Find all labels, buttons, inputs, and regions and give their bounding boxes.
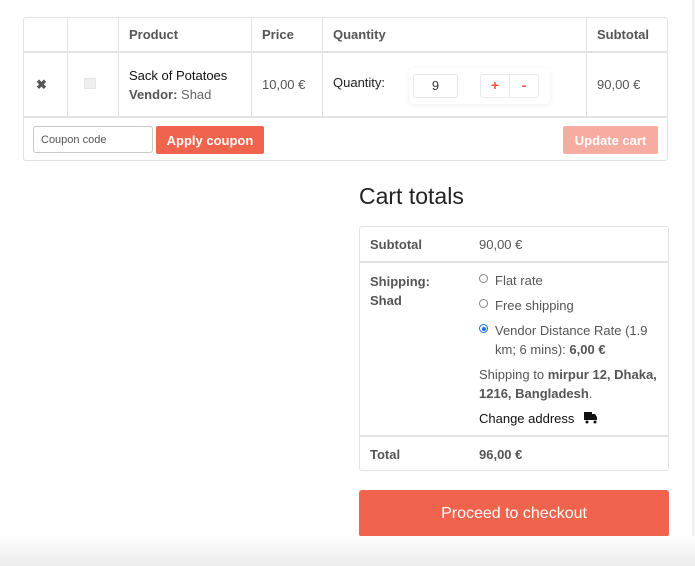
product-name-link[interactable]: Sack of Potatoes [129,68,251,83]
shipping-methods: Flat rate Free shipping Vendor Distance … [479,271,664,429]
quantity-buttons: + - [480,73,539,98]
total-label: Total [370,447,401,462]
vendor-label: Vendor: [129,86,178,102]
product-price: 10,00 € [251,52,323,117]
cart-table: Product Price Quantity Subtotal ✖ Sack o… [24,18,667,118]
quantity-increase-button[interactable]: + [481,74,510,97]
product-thumbnail[interactable] [84,78,96,89]
page-bottom-fade [0,536,695,566]
quantity-label: Quantity: [333,74,386,90]
cart-table-container: Product Price Quantity Subtotal ✖ Sack o… [23,17,668,161]
remove-item-button[interactable]: ✖ [24,52,68,117]
product-subtotal: 90,00 € [597,77,641,92]
remove-icon[interactable]: ✖ [36,77,47,92]
shipping-option-free-shipping[interactable]: Free shipping [479,296,664,315]
coupon-actions-row: Apply coupon Update cart [24,119,667,161]
total-value: 96,00 € [479,447,523,462]
totals-subtotal-row: Subtotal 90,00 € [360,227,668,263]
subtotal-value: 90,00 € [479,237,523,252]
totals-total-row: Total 96,00 € [360,437,668,470]
vendor-name: Shad [181,86,212,102]
cart-item-row: ✖ Sack of Potatoes Vendor: Shad 10,00 € … [24,52,667,117]
change-address-label[interactable]: Change address [479,411,574,426]
update-cart-button[interactable]: Update cart [563,126,658,154]
radio-flat-rate[interactable] [479,274,488,283]
header-product: Product [118,18,252,52]
shipping-label-title: Shipping: [370,274,430,289]
shipping-label: Shipping: Shad [370,272,430,310]
shipping-destination: Shipping to mirpur 12, Dhaka, 1216, Bang… [479,365,664,403]
shipping-vendor-name: Shad [370,293,402,308]
shipping-option-flat-rate[interactable]: Flat rate [479,271,664,290]
vendor-info: Vendor: Shad [129,87,251,102]
coupon-code-input[interactable] [33,126,153,153]
shipping-option-price: 6,00 € [569,342,606,357]
subtotal-label: Subtotal [370,237,422,252]
radio-free-shipping[interactable] [479,299,488,308]
product-cell: Sack of Potatoes Vendor: Shad [118,52,252,117]
apply-coupon-button[interactable]: Apply coupon [156,126,264,154]
quantity-decrease-button[interactable]: - [510,75,538,97]
quantity-stepper: + - [409,67,550,104]
header-price: Price [251,18,323,52]
shipping-to-suffix: . [588,386,593,401]
change-address-link[interactable]: Change address [479,409,664,429]
shipping-option-label[interactable]: Flat rate [495,273,543,288]
cart-totals-title: Cart totals [359,183,464,209]
proceed-to-checkout-button[interactable]: Proceed to checkout [359,490,669,537]
header-remove [24,18,68,52]
radio-vendor-distance-rate[interactable] [479,324,488,333]
shipping-option-label[interactable]: Free shipping [495,298,574,313]
header-quantity: Quantity [322,18,587,52]
header-subtotal: Subtotal [597,27,649,42]
quantity-input[interactable] [413,73,458,98]
truck-icon[interactable] [584,410,598,429]
header-thumbnail [67,18,119,52]
product-thumbnail-cell [67,52,119,117]
shipping-to-prefix: Shipping to [479,367,545,382]
cart-header-row: Product Price Quantity Subtotal [24,18,667,52]
shipping-option-vendor-distance-rate[interactable]: Vendor Distance Rate (1.9 km; 6 mins): 6… [479,321,664,359]
cart-totals-table: Subtotal 90,00 € Shipping: Shad Flat rat… [359,226,669,471]
totals-shipping-row: Shipping: Shad Flat rate Free shipping V… [360,263,668,437]
quantity-cell: Quantity: + - [322,52,587,117]
